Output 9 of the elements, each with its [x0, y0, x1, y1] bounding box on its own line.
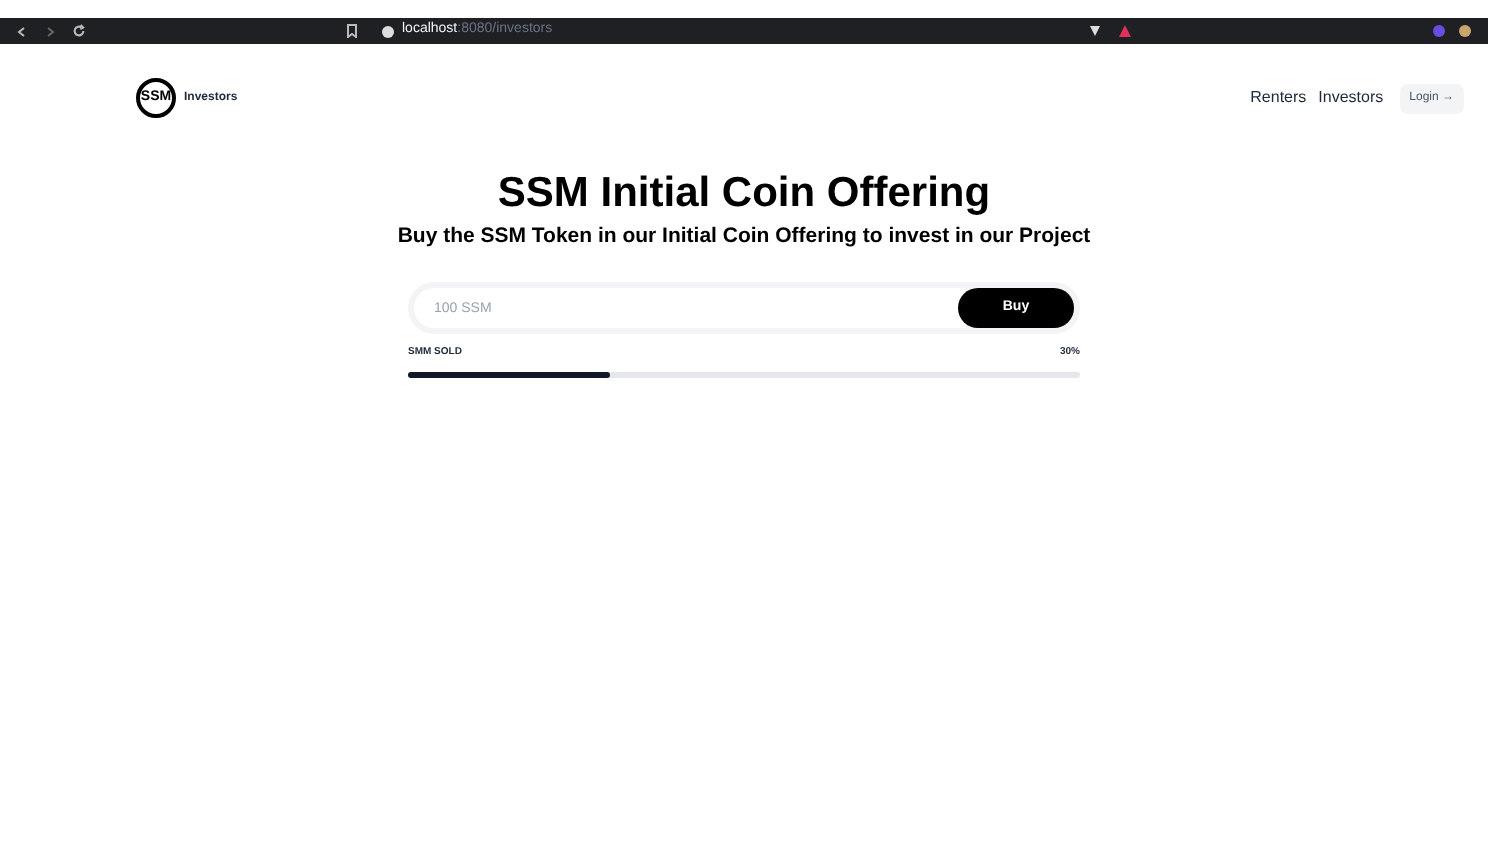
page-subtitle: Buy the SSM Token in our Initial Coin Offering to invest in our Project [397, 222, 1091, 253]
bookmark-icon[interactable] [346, 24, 358, 38]
reload-icon[interactable] [72, 24, 86, 38]
nav-link[interactable]: Investors [1318, 86, 1384, 110]
back-icon[interactable] [16, 25, 28, 37]
nav-link[interactable]: Renters [1250, 86, 1307, 110]
forward-icon[interactable] [44, 25, 56, 37]
page-title: SSM Initial Coin Offering [497, 168, 991, 220]
triangle-icon[interactable] [1118, 24, 1132, 38]
